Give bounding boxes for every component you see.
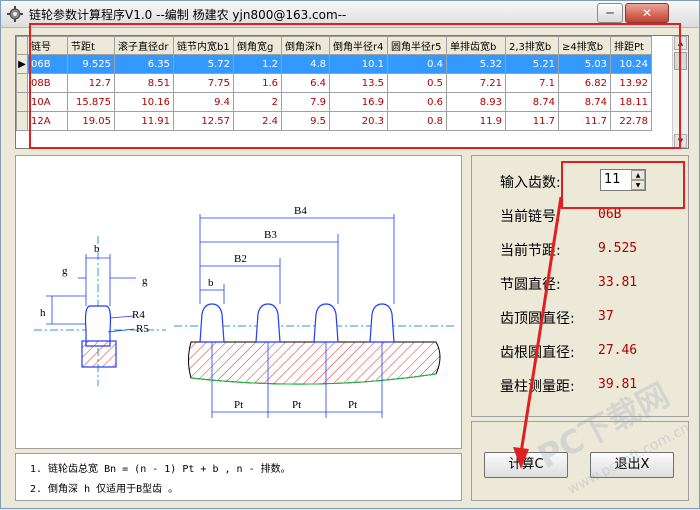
main-window: 链轮参数计算程序V1.0 --编制 杨建农 yjn800@163.com-- ─… bbox=[0, 0, 700, 509]
